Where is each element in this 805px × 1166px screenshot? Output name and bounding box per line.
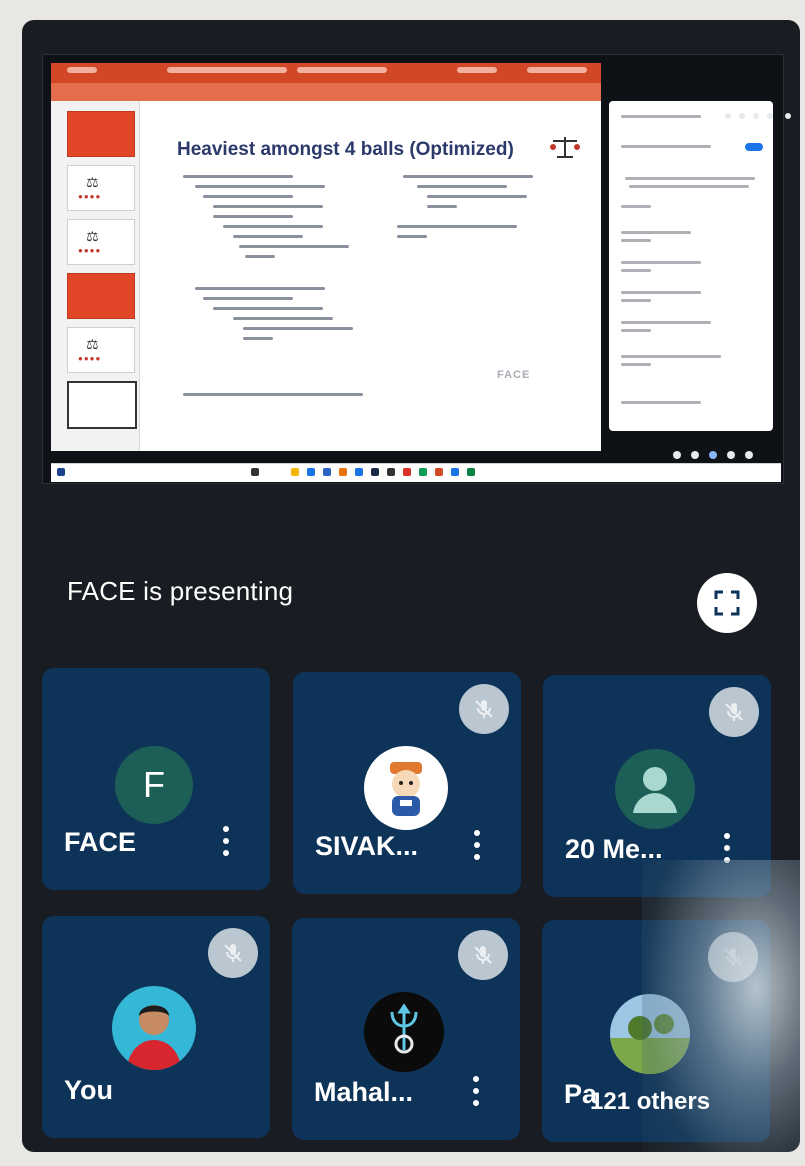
- slide-thumbnail: ⚖ ●●●●: [67, 327, 135, 373]
- participant-name: Mahal...: [314, 1077, 414, 1107]
- meet-app-window: ⚖ ●●●● ⚖ ●●●● ⚖ ●●●● Heaviest amongst 4 bal…: [22, 20, 800, 1152]
- slide-watermark: FACE: [497, 369, 531, 381]
- balance-scale-icon: [550, 137, 580, 158]
- in-call-messages-panel: [609, 101, 773, 431]
- slide-thumbnail-selected: [67, 381, 137, 429]
- mic-off-icon: [474, 946, 492, 964]
- shared-screen[interactable]: ⚖ ●●●● ⚖ ●●●● ⚖ ●●●● Heaviest amongst 4 bal…: [42, 54, 791, 484]
- participant-tile[interactable]: Mahal...: [292, 918, 520, 1140]
- trident-avatar: [364, 992, 444, 1072]
- more-options-button[interactable]: [471, 830, 481, 862]
- slide-thumbnail: ⚖ ●●●●: [67, 219, 135, 265]
- slide-thumbnail: [67, 273, 135, 319]
- more-options-button[interactable]: [220, 826, 230, 858]
- cartoon-avatar: [364, 746, 448, 830]
- presenting-label: FACE is presenting: [67, 576, 294, 606]
- windows-taskbar: [51, 463, 781, 482]
- slide-thumbnails: ⚖ ●●●● ⚖ ●●●● ⚖ ●●●●: [51, 101, 140, 451]
- muted-badge: [208, 928, 258, 978]
- more-options-button[interactable]: [470, 1076, 480, 1108]
- participant-name: You: [64, 1075, 113, 1105]
- letter-avatar: F: [115, 746, 193, 824]
- photo-avatar: [112, 986, 196, 1070]
- mic-off-icon: [475, 700, 493, 718]
- muted-badge: [459, 684, 509, 734]
- muted-badge: [458, 930, 508, 980]
- default-person-avatar: [615, 749, 695, 829]
- powerpoint-title-bar: [51, 63, 601, 83]
- toggle-switch: [745, 143, 763, 151]
- participant-tile[interactable]: F FACE: [42, 668, 270, 890]
- participant-tile[interactable]: You: [42, 916, 270, 1138]
- mic-off-icon: [725, 703, 743, 721]
- current-slide: Heaviest amongst 4 balls (Optimized) FAC…: [147, 107, 595, 439]
- slide-title: Heaviest amongst 4 balls (Optimized): [177, 139, 514, 160]
- screen-toolbar-icons: [725, 111, 800, 123]
- mic-off-icon: [224, 944, 242, 962]
- meet-control-icons: [669, 449, 781, 463]
- powerpoint-workspace: ⚖ ●●●● ⚖ ●●●● ⚖ ●●●● Heaviest amongst 4 bal…: [51, 101, 601, 451]
- slide-body-text: [183, 175, 583, 396]
- others-count-label[interactable]: 121 others: [590, 1088, 710, 1116]
- fullscreen-button[interactable]: [697, 573, 757, 633]
- participant-name: SIVAK...: [315, 831, 419, 861]
- participant-name: FACE: [64, 827, 137, 857]
- slide-thumbnail: [67, 111, 135, 157]
- muted-badge: [709, 687, 759, 737]
- slide-thumbnail: ⚖ ●●●●: [67, 165, 135, 211]
- fullscreen-icon: [714, 590, 740, 616]
- powerpoint-ribbon: [51, 83, 601, 101]
- participant-tile[interactable]: SIVAK...: [293, 672, 521, 894]
